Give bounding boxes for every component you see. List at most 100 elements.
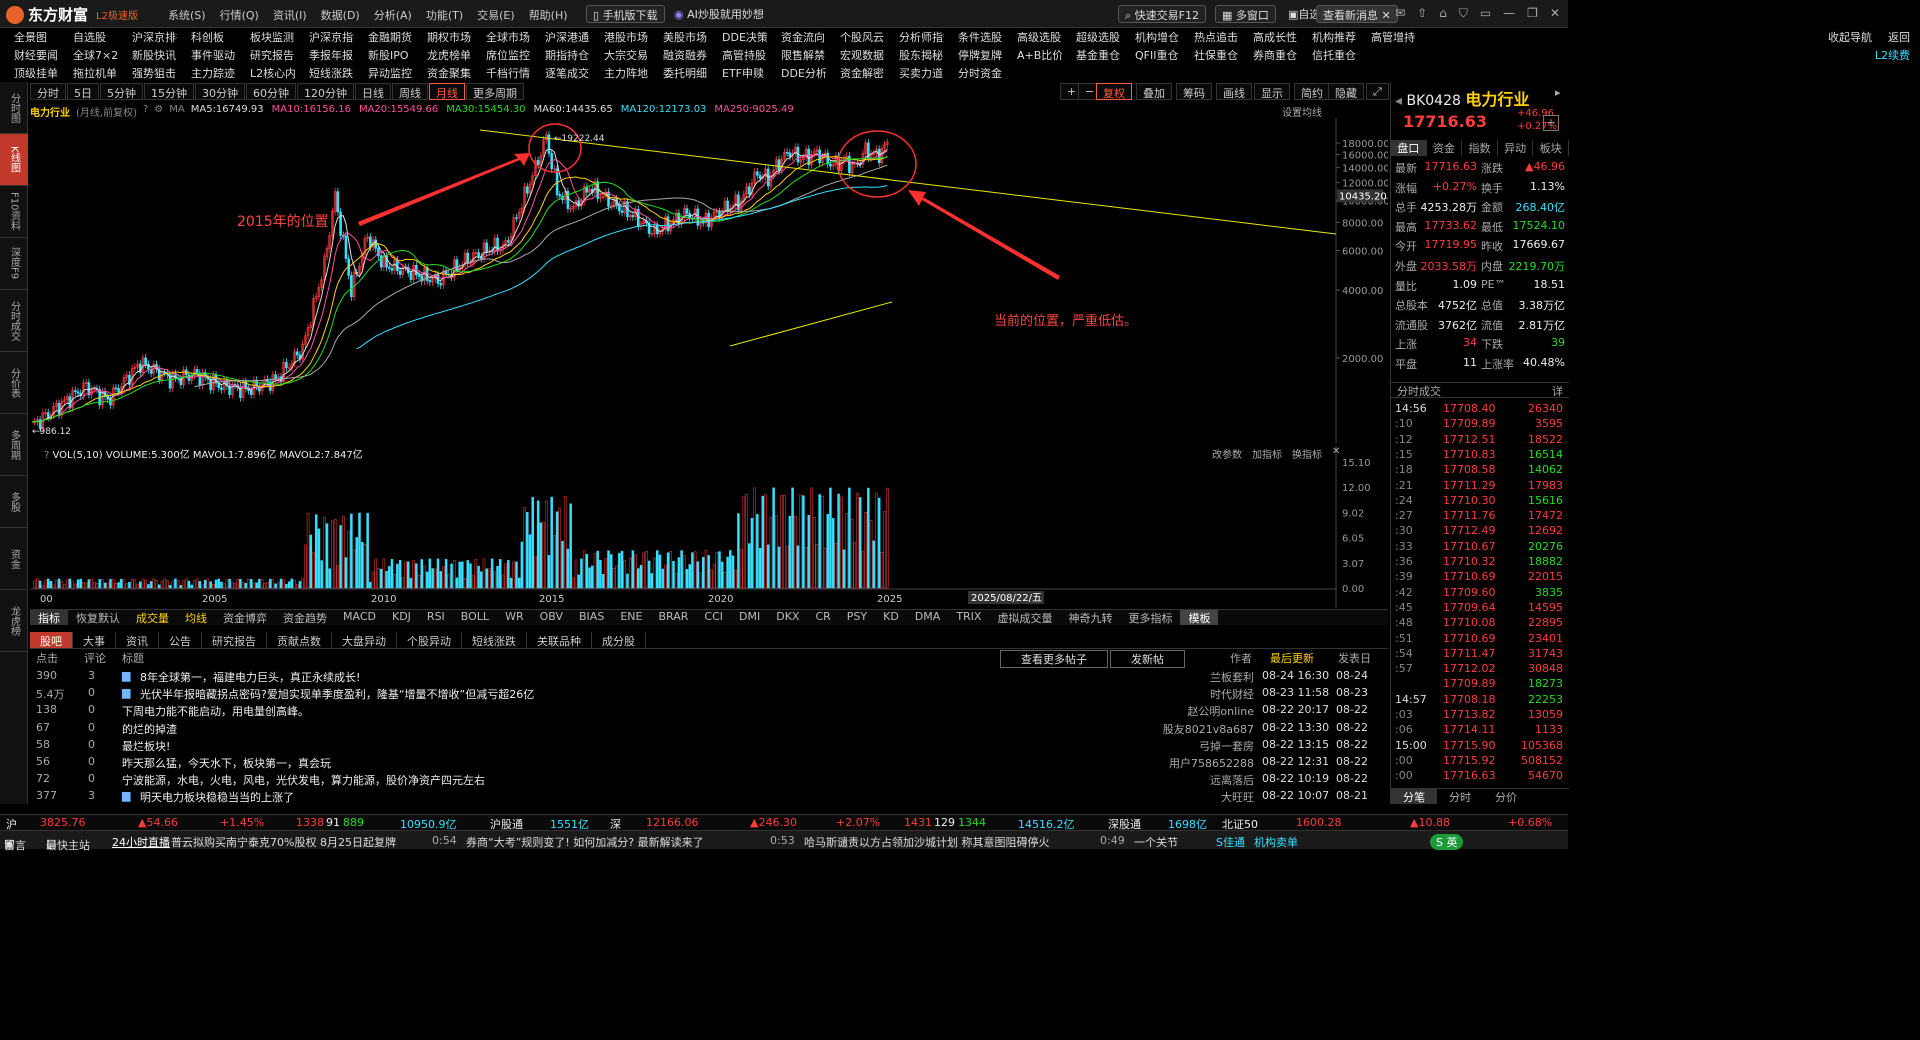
fast-trade-button[interactable]: ⌕ 快速交易F12 — [1118, 5, 1206, 23]
nav-item[interactable]: 资金聚集 — [413, 65, 472, 83]
nav-item[interactable]: 沪深京指数 — [295, 29, 354, 47]
menu-data[interactable]: 数据(D) — [321, 7, 360, 23]
period-timeshare[interactable]: 分时 — [30, 83, 66, 100]
nav-item[interactable]: 股东揭秘 — [885, 47, 944, 65]
nav-item[interactable]: 逐笔成交 — [531, 65, 590, 83]
menu-quote[interactable]: 行情(Q) — [220, 7, 259, 23]
indicator-tab[interactable]: 资金博弈 — [215, 610, 275, 625]
ma-settings-button[interactable]: 设置均线 — [1282, 104, 1322, 119]
side-tab-multi-stock[interactable]: 多股 — [0, 476, 28, 528]
nav-item[interactable]: 自选股 — [59, 29, 118, 47]
news-item-4[interactable]: 一个关节 — [1134, 834, 1178, 850]
news-tab[interactable]: 资讯 — [116, 632, 159, 648]
nav-item[interactable]: 大宗交易 — [590, 47, 649, 65]
period-30min[interactable]: 30分钟 — [195, 83, 245, 100]
nav-item[interactable]: 美股市场 — [649, 29, 708, 47]
indicator-tab[interactable]: BIAS — [571, 610, 612, 625]
indicator-tab[interactable]: 成交量 — [128, 610, 177, 625]
close-volume-icon[interactable]: ✕ — [1332, 446, 1340, 461]
news-row[interactable]: 56 0 昨天那么猛，今天水下，板块第一，真会玩 用户758652288 08-22 1… — [30, 754, 1388, 771]
news-row[interactable]: 390 3 ▆ 8年全球第一，福建电力巨头，真正永续成长! 兰板套利 08-24 16:3… — [30, 668, 1388, 685]
news-title[interactable]: 明天电力板块稳稳当当的上涨了 — [140, 789, 294, 805]
ai-button[interactable]: ◉ AI炒股就用妙想 — [668, 5, 770, 23]
news-tab[interactable]: 个股异动 — [397, 632, 462, 648]
volume-chart[interactable]: 15.10 12.00 9.02 6.05 3.07 0.00 00 2005 2010 2015… — [30, 446, 1388, 608]
up-icon[interactable]: ⇧ — [1417, 6, 1427, 21]
col-post-date[interactable]: 发表日 — [1338, 650, 1371, 666]
menu-info[interactable]: 资讯(I) — [273, 7, 307, 23]
nav-item[interactable]: 高成长性 — [1239, 29, 1298, 47]
quote-tab[interactable]: 异动 — [1498, 140, 1534, 156]
indicator-tab[interactable]: 指标 — [30, 610, 68, 625]
nav-item[interactable]: 顶级挂单 — [0, 65, 59, 83]
input-method-icon[interactable]: S 英 — [1430, 834, 1464, 850]
period-120min[interactable]: 120分钟 — [297, 83, 354, 100]
news-row[interactable]: 5.4万 0 ▆ 光伏半年报暗藏拐点密码?爱旭实现单季度盈利，隆基“增量不增收”但减亏… — [30, 685, 1388, 702]
news-tab[interactable]: 大盘异动 — [332, 632, 397, 648]
nav-item[interactable]: 季报年报 — [295, 47, 354, 65]
sz-index[interactable]: 12166.06 — [646, 816, 699, 829]
close-window-icon[interactable]: ✕ — [1550, 6, 1560, 21]
indicator-tab[interactable]: KD — [875, 610, 907, 625]
nav-item[interactable]: 委托明细 — [649, 65, 708, 83]
sh-index[interactable]: 3825.76 — [40, 816, 86, 829]
quote-tab[interactable]: 指数 — [1462, 140, 1498, 156]
nav-item[interactable]: 信托重仓 — [1298, 47, 1357, 65]
nav-item[interactable]: 期权市场 — [413, 29, 472, 47]
kline-chart[interactable]: 2000.004000.006000.008000.0010000.001200… — [30, 118, 1388, 443]
side-tab-timeshare[interactable]: 分时图 — [0, 82, 28, 134]
period-60min[interactable]: 60分钟 — [246, 83, 296, 100]
settings-icon[interactable]: ⚙ — [154, 104, 163, 118]
display-button[interactable]: 显示 — [1254, 83, 1290, 100]
nav-item[interactable]: 券商重仓 — [1239, 47, 1298, 65]
nav-item[interactable]: 龙虎榜单 — [413, 47, 472, 65]
shirt-icon[interactable]: ⛉ — [1459, 6, 1468, 21]
add-indicator-button[interactable]: 加指标 — [1252, 446, 1282, 461]
news-title[interactable]: 昨天那么猛，今天水下，板块第一，真会玩 — [122, 755, 331, 771]
rp-bottom-tab[interactable]: 分价 — [1483, 789, 1529, 804]
nav-item[interactable]: ETF申赎 — [708, 65, 767, 83]
period-month[interactable]: 月线 — [429, 83, 465, 100]
nav-item[interactable]: 财经要闻 — [0, 47, 59, 65]
indicator-tab[interactable]: DMI — [731, 610, 768, 625]
nav-item[interactable]: 停牌复牌 — [944, 47, 1003, 65]
news-author[interactable]: 用户758652288 — [1169, 755, 1254, 771]
nav-item[interactable]: 高管持股 — [708, 47, 767, 65]
news-author[interactable]: 股友8021v8a687 — [1163, 721, 1254, 737]
news-tab[interactable]: 短线涨跌 — [462, 632, 527, 648]
support-line[interactable] — [729, 301, 893, 347]
period-day[interactable]: 日线 — [355, 83, 391, 100]
adjust-button[interactable]: 复权 — [1096, 83, 1132, 100]
indicator-tab[interactable]: TRIX — [948, 610, 989, 625]
nav-item[interactable]: 融资融券 — [649, 47, 708, 65]
menu-trade[interactable]: 交易(E) — [477, 7, 515, 23]
help-icon[interactable]: ? — [143, 104, 148, 118]
quote-tab[interactable]: 板块 — [1533, 140, 1569, 156]
indicator-tab[interactable]: 资金趋势 — [275, 610, 335, 625]
indicator-tab[interactable]: PSY — [839, 610, 875, 625]
simple-button[interactable]: 简约 — [1294, 83, 1330, 100]
nav-item[interactable]: 高级选股 — [1003, 29, 1062, 47]
minimize-small-icon[interactable]: ▭ — [1480, 6, 1491, 21]
indicator-tab[interactable]: 均线 — [177, 610, 215, 625]
side-tab-depth[interactable]: 深度F9 — [0, 238, 28, 290]
news-title[interactable]: 最烂板块! — [122, 738, 170, 754]
indicator-tab[interactable]: ENE — [612, 610, 650, 625]
col-author[interactable]: 作者 — [1230, 650, 1252, 666]
nav-item[interactable]: 千档行情 — [472, 65, 531, 83]
period-5min[interactable]: 5分钟 — [100, 83, 143, 100]
nav-item[interactable]: 条件选股 — [944, 29, 1003, 47]
news-tab[interactable]: 成分股 — [592, 632, 646, 648]
news-author[interactable]: 时代财经 — [1210, 686, 1254, 702]
mobile-download-button[interactable]: ▯ 手机版下载 — [586, 5, 665, 23]
nav-item[interactable]: 买卖力道 — [885, 65, 944, 83]
nav-item[interactable]: 资金流向 — [767, 29, 826, 47]
change-param-button[interactable]: 改参数 — [1212, 446, 1242, 461]
nav-item[interactable]: 研究报告 — [236, 47, 295, 65]
news-row[interactable]: 377 3 ▆ 明天电力板块稳稳当当的上涨了 大旺旺 08-22 10:07 08-21 — [30, 788, 1388, 805]
quote-tab[interactable]: 资金 — [1427, 140, 1463, 156]
ticks-expand-icon[interactable]: 详 — [1552, 383, 1563, 399]
news-tab[interactable]: 公告 — [159, 632, 202, 648]
rp-bottom-tab[interactable]: 分笔 — [1391, 789, 1437, 804]
nav-item[interactable]: 短线涨跌 — [295, 65, 354, 83]
